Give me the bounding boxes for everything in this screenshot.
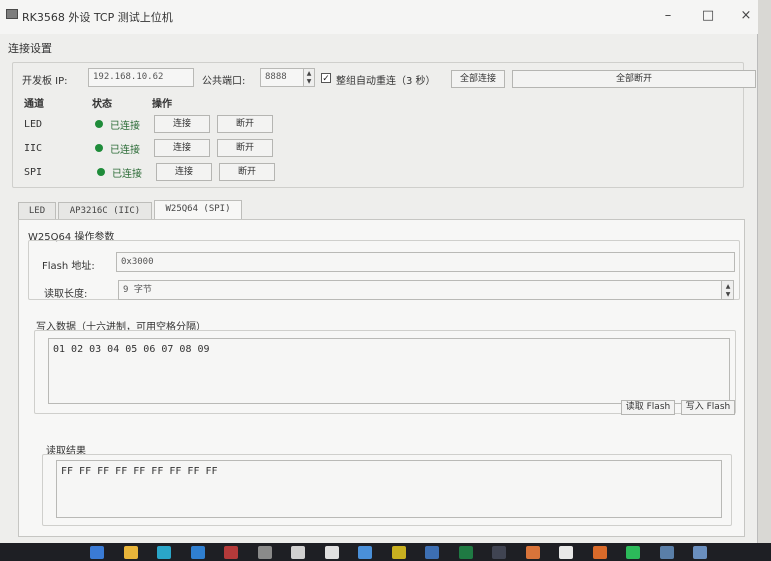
maximize-button[interactable]: □ [696, 6, 720, 26]
remote-desktop-icon[interactable] [693, 546, 707, 559]
tab-led[interactable]: LED [18, 202, 56, 220]
status-dot-icon [97, 168, 105, 176]
title-bar: RK3568 外设 TCP 测试上位机 – □ × [0, 0, 758, 34]
chatgpt-icon[interactable] [291, 546, 305, 559]
excel-icon[interactable] [458, 546, 473, 559]
tab-ap3216c[interactable]: AP3216C (IIC) [58, 202, 152, 220]
window-title: RK3568 外设 TCP 测试上位机 [22, 11, 173, 24]
terminal-icon[interactable] [492, 546, 506, 559]
notepad-icon[interactable] [358, 546, 372, 559]
wechat-icon[interactable] [626, 546, 640, 559]
ip-input[interactable]: 192.168.10.62 [88, 68, 194, 87]
minimize-button[interactable]: – [656, 6, 680, 26]
read-result-textarea[interactable]: FF FF FF FF FF FF FF FF FF [56, 460, 722, 518]
file-explorer-icon[interactable] [123, 546, 138, 559]
close-button[interactable]: × [734, 6, 758, 26]
disconnect-iic-button[interactable]: 断开 [217, 139, 273, 157]
edge-browser-icon[interactable] [157, 546, 171, 559]
vscode-icon[interactable] [190, 546, 205, 559]
channel-status-led: 已连接 [110, 121, 140, 132]
spin-up-icon[interactable]: ▲ [304, 70, 314, 77]
orange-app-icon[interactable] [525, 546, 540, 559]
connect-led-button[interactable]: 连接 [154, 115, 210, 133]
spin-up-icon[interactable]: ▲ [723, 283, 733, 290]
auto-reconnect-checkbox[interactable]: ✓ [321, 73, 331, 84]
channel-name-spi: SPI [24, 167, 43, 178]
spin-down-icon[interactable]: ▼ [304, 78, 314, 85]
status-header: 状态 [92, 99, 112, 110]
status-dot-icon [95, 144, 103, 152]
connection-section-title: 连接设置 [8, 42, 52, 55]
flash-addr-input[interactable]: 0x3000 [116, 252, 735, 272]
typora-icon[interactable] [559, 546, 573, 559]
terminal-app-icon[interactable] [391, 546, 406, 559]
read-length-spinner[interactable]: ▲ ▼ [721, 280, 734, 300]
read-length-input[interactable]: 9 字节 [118, 280, 722, 300]
ip-label: 开发板 IP: [22, 76, 68, 87]
app-window: RK3568 外设 TCP 测试上位机 – □ × 连接设置 开发板 IP: 1… [0, 0, 758, 543]
phone-app-icon[interactable] [425, 546, 439, 559]
connect-spi-button[interactable]: 连接 [156, 163, 212, 181]
auto-reconnect-label: 整组自动重连（3 秒） [336, 76, 436, 87]
flash-addr-label: Flash 地址: [42, 261, 95, 272]
read-length-label: 读取长度: [44, 289, 88, 300]
app-icon [6, 9, 18, 19]
read-flash-button[interactable]: 读取 Flash [621, 400, 675, 415]
red-app-icon[interactable] [224, 546, 238, 559]
channel-name-iic: IIC [24, 143, 43, 154]
windows-start-icon[interactable] [90, 546, 104, 559]
tab-w25q64[interactable]: W25Q64 (SPI) [154, 200, 242, 220]
spin-down-icon[interactable]: ▼ [723, 291, 733, 298]
disconnect-all-button[interactable]: 全部断开 [512, 70, 756, 88]
grid-app-icon[interactable] [592, 546, 607, 559]
action-header: 操作 [152, 99, 172, 110]
port-label: 公共端口: [202, 76, 246, 87]
channel-status-iic: 已连接 [110, 145, 140, 156]
port-spinner[interactable]: ▲ ▼ [303, 68, 315, 87]
disconnect-led-button[interactable]: 断开 [217, 115, 273, 133]
channel-status-spi: 已连接 [112, 169, 142, 180]
connect-iic-button[interactable]: 连接 [154, 139, 210, 157]
tool-app-icon[interactable] [257, 546, 272, 559]
write-flash-button[interactable]: 写入 Flash [681, 400, 735, 415]
spiral-app-icon[interactable] [324, 546, 339, 559]
channel-header: 通道 [24, 99, 44, 110]
status-dot-icon [95, 120, 103, 128]
connect-all-button[interactable]: 全部连接 [451, 70, 505, 88]
taskbar [0, 543, 771, 561]
channel-name-led: LED [24, 119, 43, 130]
window-app-icon[interactable] [659, 546, 674, 559]
write-data-textarea[interactable]: 01 02 03 04 05 06 07 08 09 [48, 338, 730, 404]
port-input[interactable]: 8888 [260, 68, 304, 87]
disconnect-spi-button[interactable]: 断开 [219, 163, 275, 181]
